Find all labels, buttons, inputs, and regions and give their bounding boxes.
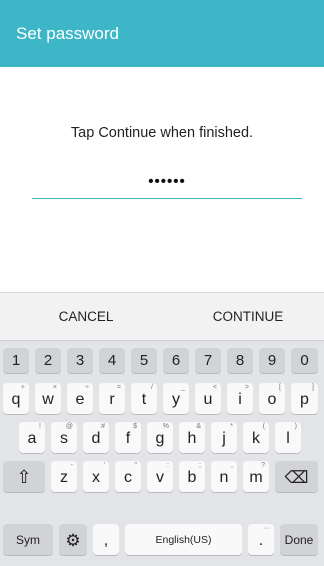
key-h[interactable]: h &	[179, 422, 205, 453]
comma-key[interactable]: ,	[93, 524, 119, 555]
backspace-icon: ⌫	[284, 468, 309, 487]
instruction-text: Tap Continue when finished.	[70, 125, 254, 141]
key-w[interactable]: w ×	[35, 383, 61, 414]
key-secondary-label: ]	[312, 384, 314, 391]
key-f[interactable]: f $	[115, 422, 141, 453]
key-secondary-label: @	[65, 423, 73, 430]
shift-icon: ⇧	[16, 467, 32, 487]
password-field-underline	[32, 198, 302, 199]
app-bar: Set password	[0, 0, 324, 67]
key-j[interactable]: j *	[211, 422, 237, 453]
key-p[interactable]: p]	[291, 383, 318, 414]
key-q[interactable]: q +	[3, 383, 29, 414]
password-field[interactable]: ••••••	[32, 173, 302, 195]
key-2[interactable]: 2	[35, 348, 61, 373]
key-secondary-label: :	[167, 462, 169, 469]
key-secondary-label: )	[294, 423, 297, 430]
key-b[interactable]: b;	[179, 461, 205, 492]
key-secondary-label: $	[133, 423, 137, 430]
key-secondary-label: -	[70, 462, 73, 469]
key-secondary-label: [	[279, 384, 281, 391]
key-v[interactable]: v:	[147, 461, 173, 492]
period-key[interactable]: . ···	[248, 524, 274, 555]
key-x[interactable]: x '	[83, 461, 109, 492]
space-key[interactable]: English(US)	[125, 524, 242, 555]
key-secondary-label: "	[134, 462, 138, 469]
continue-button[interactable]: CONTINUE	[172, 293, 324, 341]
key-y[interactable]: y _	[163, 383, 189, 414]
sym-key[interactable]: Sym	[3, 524, 53, 555]
key-1[interactable]: 1	[3, 348, 29, 373]
key-s[interactable]: s @	[51, 422, 77, 453]
key-i[interactable]: i >	[227, 383, 253, 414]
done-key[interactable]: Done	[280, 524, 318, 555]
key-l[interactable]: l)	[275, 422, 301, 453]
key-a[interactable]: a!	[19, 422, 45, 453]
cancel-button[interactable]: CANCEL	[0, 293, 172, 341]
key-c[interactable]: c "	[115, 461, 141, 492]
key-g[interactable]: g%	[147, 422, 173, 453]
key-6[interactable]: 6	[163, 348, 189, 373]
gear-icon: ⚙	[65, 531, 81, 550]
key-secondary-label: ;	[199, 462, 201, 469]
key-m[interactable]: m?	[243, 461, 269, 492]
key-8[interactable]: 8	[227, 348, 253, 373]
key-secondary-label: +	[20, 384, 25, 391]
key-secondary-label: *	[230, 423, 233, 430]
page-title: Set password	[16, 24, 119, 43]
key-r[interactable]: r =	[99, 383, 125, 414]
key-secondary-label: !	[39, 423, 41, 430]
key-secondary-label: '	[103, 462, 105, 469]
key-z[interactable]: z-	[51, 461, 77, 492]
password-content: Tap Continue when finished. ••••••	[0, 67, 324, 292]
key-4[interactable]: 4	[99, 348, 125, 373]
key-e[interactable]: e ÷	[67, 383, 93, 414]
key-secondary-label: <	[212, 384, 217, 391]
key-secondary-label: #	[101, 423, 105, 430]
key-9[interactable]: 9	[259, 348, 285, 373]
key-k[interactable]: k(	[243, 422, 269, 453]
key-7[interactable]: 7	[195, 348, 221, 373]
key-o[interactable]: o[	[259, 383, 285, 414]
key-secondary-label: /	[151, 384, 153, 391]
key-secondary-label: >	[244, 384, 249, 391]
key-secondary-label: =	[116, 384, 121, 391]
on-screen-keyboard: 1 2 3 4 5 6 7 8 9 0 q + w × e ÷ r = t / y _ u <…	[0, 340, 324, 566]
key-secondary-label: &	[196, 423, 201, 430]
key-t[interactable]: t /	[131, 383, 157, 414]
key-secondary-label: %	[162, 423, 169, 430]
key-5[interactable]: 5	[131, 348, 157, 373]
key-secondary-label: ?	[261, 462, 265, 469]
key-u[interactable]: u <	[195, 383, 221, 414]
shift-key[interactable]: ⇧	[3, 461, 45, 492]
key-secondary-label: ÷	[85, 384, 89, 391]
keyboard-settings-key[interactable]: ⚙	[59, 524, 87, 555]
key-d[interactable]: d #	[83, 422, 109, 453]
backspace-key[interactable]: ⌫	[275, 461, 318, 492]
key-secondary-label: (	[262, 423, 265, 430]
key-secondary-label: _	[181, 384, 185, 391]
key-0[interactable]: 0	[291, 348, 318, 373]
action-bar: CANCEL CONTINUE	[0, 292, 324, 341]
key-secondary-label: ,	[231, 462, 233, 469]
key-secondary-label: ···	[263, 525, 270, 532]
key-n[interactable]: n,	[211, 461, 237, 492]
key-3[interactable]: 3	[67, 348, 93, 373]
key-secondary-label: ×	[52, 384, 57, 391]
